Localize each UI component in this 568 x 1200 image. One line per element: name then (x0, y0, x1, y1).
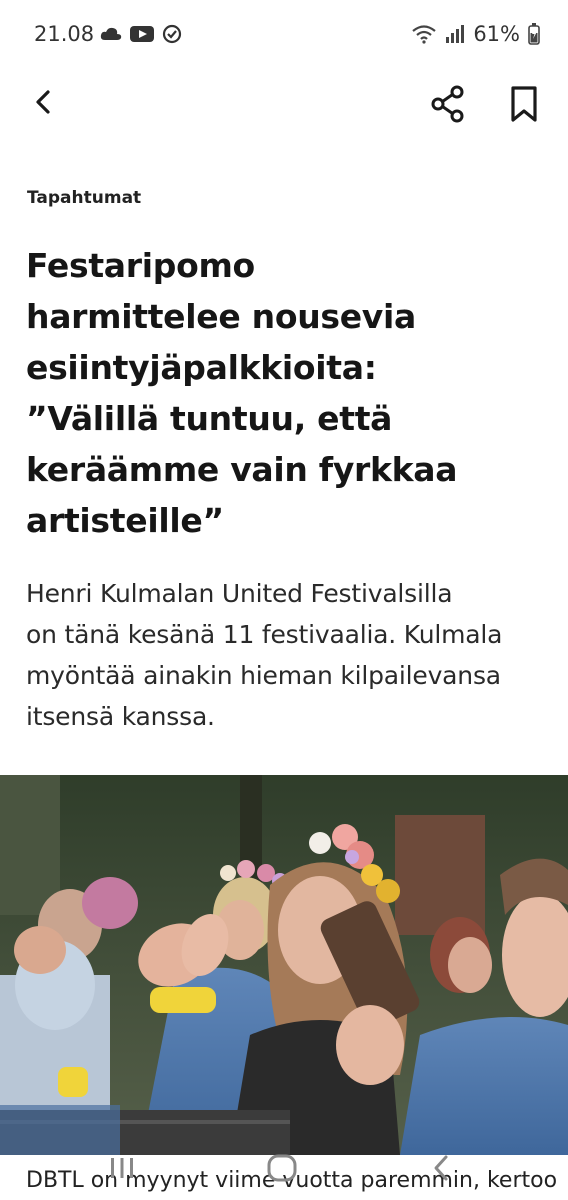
lead-line: on tänä kesänä 11 festivaalia. Kulmala (26, 620, 503, 649)
lead-line: itsensä kanssa. (26, 702, 215, 731)
top-app-bar (0, 70, 568, 136)
headline-line: keräämme vain fyrkkaa (26, 450, 458, 489)
festival-crowd-photo (0, 775, 568, 1155)
lead-line: Henri Kulmalan United Festivalsilla (26, 579, 453, 608)
youtube-icon (130, 26, 154, 42)
nav-back-button[interactable] (420, 1148, 464, 1188)
status-bar: 21.08 61% (0, 0, 568, 70)
battery-percentage: 61% (473, 22, 520, 46)
cloud-icon (100, 27, 122, 40)
recents-button[interactable] (100, 1148, 144, 1188)
headline-line: esiintyjäpalkkioita: (26, 348, 377, 387)
bookmark-icon (511, 86, 537, 122)
article-hero-image[interactable] (0, 775, 568, 1155)
check-circle-icon (162, 24, 182, 44)
lead-line: myöntää ainakin hieman kilpailevansa (26, 661, 501, 690)
headline-line: Festaripomo (26, 246, 255, 285)
recents-icon (111, 1158, 133, 1178)
battery-icon (528, 23, 540, 45)
status-time: 21.08 (34, 22, 95, 46)
article-lead: Henri Kulmalan United Festivalsilla on t… (26, 573, 556, 737)
share-button[interactable] (428, 84, 468, 124)
system-navigation-bar (0, 1140, 568, 1200)
status-notifications (100, 24, 182, 44)
bookmark-button[interactable] (506, 84, 542, 124)
back-button[interactable] (26, 84, 62, 120)
article-headline: Festaripomo harmittelee nousevia esiinty… (26, 240, 546, 546)
article-category[interactable]: Tapahtumat (27, 188, 141, 208)
signal-icon (446, 25, 465, 43)
back-icon (36, 90, 50, 114)
share-icon (431, 85, 464, 123)
nav-back-icon (434, 1155, 448, 1181)
home-icon (267, 1154, 297, 1182)
wifi-icon (412, 25, 437, 44)
headline-line: ”Välillä tuntuu, että (26, 399, 393, 438)
home-button[interactable] (260, 1148, 304, 1188)
status-system: 61% (411, 22, 540, 46)
headline-line: artisteille” (26, 501, 224, 540)
headline-line: harmittelee nousevia (26, 297, 417, 336)
